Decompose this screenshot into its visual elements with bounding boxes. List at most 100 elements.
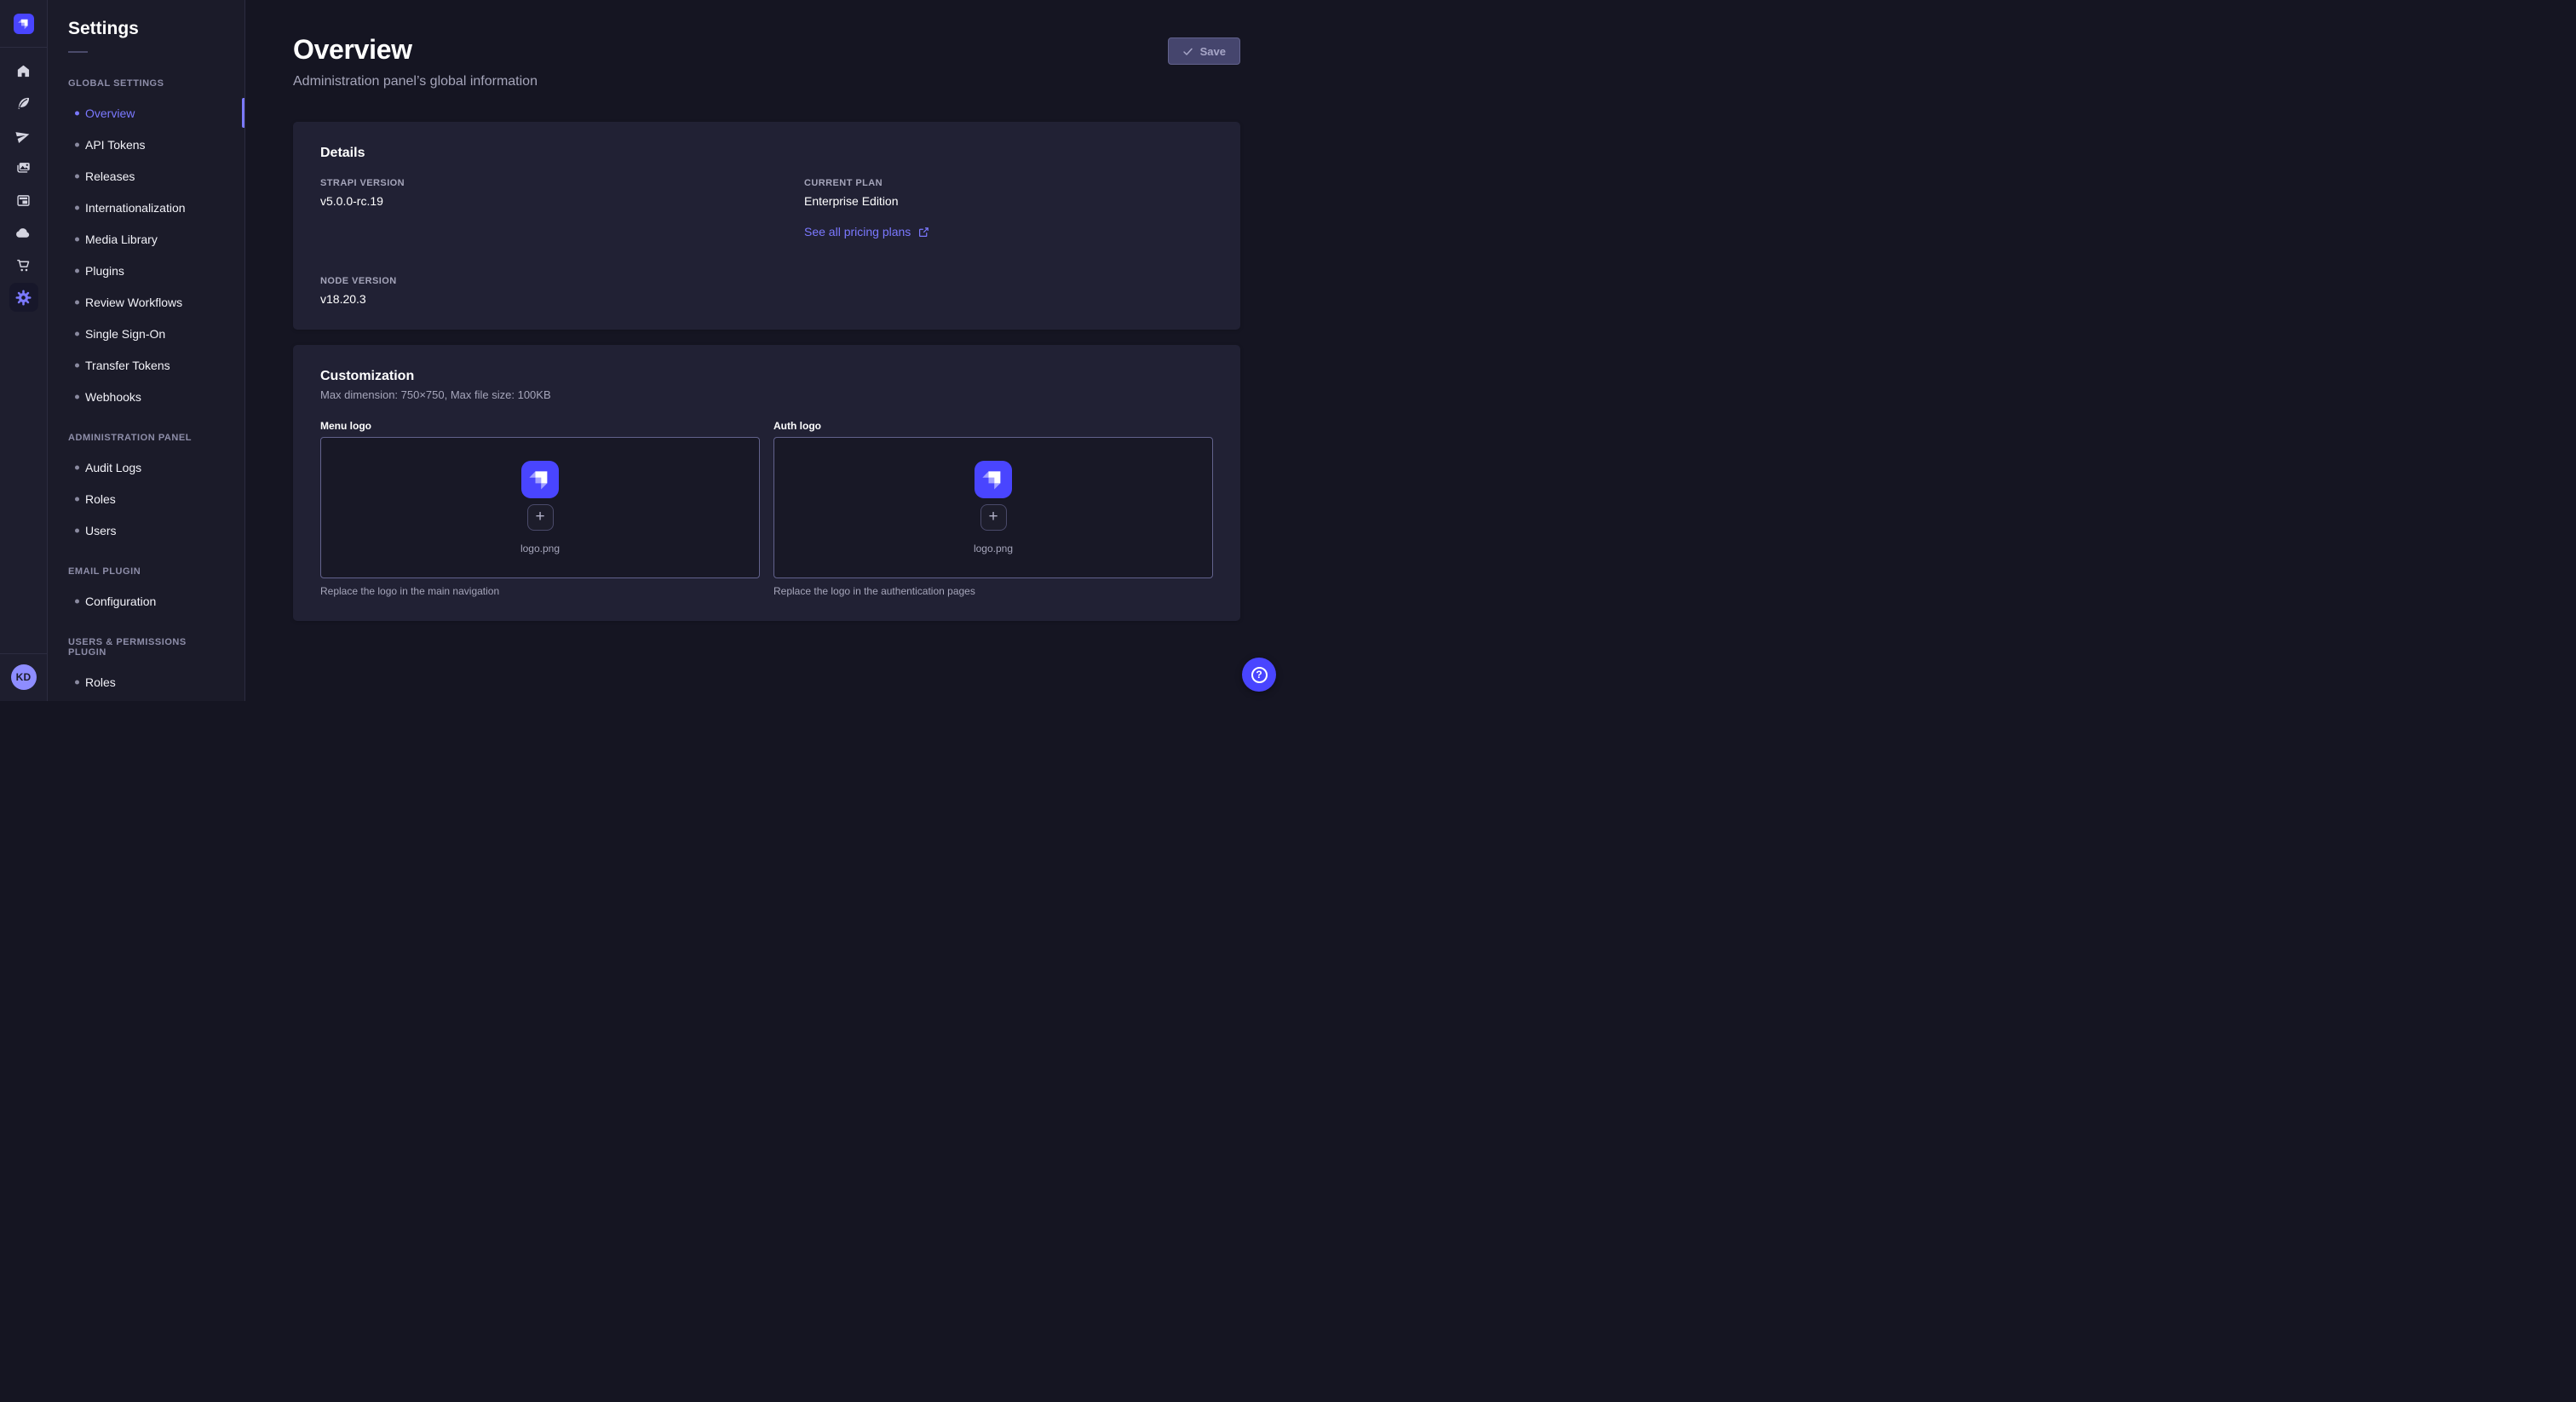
strapi-admin-app: KD Settings GLOBAL SETTINGS Overview API T… [0,0,1288,701]
save-button[interactable]: Save [1168,37,1240,65]
nav-section-administration-panel: ADMINISTRATION PANEL Audit Logs Roles Users [48,433,244,546]
pricing-plans-link[interactable]: See all pricing plans [804,225,929,238]
add-auth-logo-button[interactable]: + [980,504,1007,531]
strapi-logo[interactable] [14,14,34,34]
details-grid: STRAPI VERSION v5.0.0-rc.19 CURRENT PLAN… [320,178,1213,306]
subnav-title: Settings [68,19,224,39]
question-circle-icon: ? [1251,667,1268,683]
auth-logo-filename: logo.png [974,543,1013,554]
nav-settings[interactable] [9,283,38,312]
nav-item-label: Media Library [85,233,158,246]
user-avatar[interactable]: KD [11,664,37,690]
field-label: NODE VERSION [320,276,729,286]
strapi-version-field: STRAPI VERSION v5.0.0-rc.19 [320,178,729,240]
question-mark: ? [1256,669,1262,680]
nav-deploy[interactable] [9,121,38,150]
page-header: Overview Administration panel’s global i… [245,0,1288,89]
details-card: Details STRAPI VERSION v5.0.0-rc.19 CURR… [293,122,1240,330]
help-button[interactable]: ? [1242,658,1276,692]
auth-logo-hint: Replace the logo in the authentication p… [773,585,1213,597]
menu-logo-hint: Replace the logo in the main navigation [320,585,760,597]
rail-bottom: KD [0,653,47,701]
settings-nav-plugins[interactable]: Plugins [48,255,244,286]
nav-content-type-builder[interactable] [9,89,38,118]
auth-logo-field: Auth logo + logo.png Replace the logo in… [773,420,1213,597]
settings-nav-users[interactable]: Users [48,514,244,546]
settings-nav-transfer-tokens[interactable]: Transfer Tokens [48,349,244,381]
field-label: CURRENT PLAN [804,178,1213,188]
auth-logo-preview [975,461,1012,498]
settings-nav-audit-logs[interactable]: Audit Logs [48,451,244,483]
nav-media-library[interactable] [9,153,38,182]
check-icon [1182,46,1193,57]
field-value: v5.0.0-rc.19 [320,194,729,208]
menu-logo-field: Menu logo + logo.png Replace the logo in… [320,420,760,597]
settings-nav-configuration[interactable]: Configuration [48,585,244,617]
field-value: v18.20.3 [320,292,729,306]
field-value: Enterprise Edition [804,194,1213,208]
subnav-sections: GLOBAL SETTINGS Overview API Tokens Release… [48,53,244,701]
nav-item-label: Webhooks [85,390,141,404]
pricing-plans-link-label: See all pricing plans [804,225,911,238]
nav-section-label: EMAIL PLUGIN [48,566,244,577]
nav-item-label: Configuration [85,595,156,608]
nav-home[interactable] [9,56,38,85]
main-content: Overview Administration panel’s global i… [245,0,1288,701]
settings-nav-internationalization[interactable]: Internationalization [48,192,244,223]
nav-item-label: Audit Logs [85,461,141,474]
subnav-header: Settings [48,0,244,53]
media-icon [15,160,32,176]
divider [0,653,47,654]
nav-item-label: Single Sign-On [85,327,165,341]
settings-nav-roles[interactable]: Roles [48,666,244,698]
nav-content-manager[interactable] [9,186,38,215]
save-button-label: Save [1200,45,1226,58]
nav-item-label: Review Workflows [85,296,182,309]
nav-item-label: Roles [85,675,116,689]
nav-section-users-permissions-plugin: USERS & PERMISSIONS PLUGIN Roles Providers [48,637,244,701]
nav-item-label: API Tokens [85,138,146,152]
nav-item-label: Users [85,524,117,537]
main-nav-items [9,48,38,653]
settings-nav-api-tokens[interactable]: API Tokens [48,129,244,160]
page-title: Overview [293,34,538,66]
page-subtitle: Administration panel’s global informatio… [293,74,538,89]
auth-logo-dropzone[interactable]: + logo.png [773,437,1213,578]
current-plan-field: CURRENT PLAN Enterprise Edition See all … [804,178,1213,240]
cloud-icon [15,225,32,241]
settings-subnav: Settings GLOBAL SETTINGS Overview API Toke… [48,0,245,701]
workspace-logo-slot [0,0,47,48]
settings-nav-webhooks[interactable]: Webhooks [48,381,244,412]
nav-cloud[interactable] [9,218,38,247]
add-menu-logo-button[interactable]: + [527,504,554,531]
nav-section-email-plugin: EMAIL PLUGIN Configuration [48,566,244,617]
nav-section-label: USERS & PERMISSIONS PLUGIN [48,637,244,658]
customization-card-subtitle: Max dimension: 750×750, Max file size: 1… [320,388,1213,401]
nav-marketplace[interactable] [9,250,38,279]
field-label: STRAPI VERSION [320,178,729,188]
content: Details STRAPI VERSION v5.0.0-rc.19 CURR… [245,89,1288,621]
settings-nav-releases[interactable]: Releases [48,160,244,192]
nav-item-label: Overview [85,106,135,120]
nav-section-label: ADMINISTRATION PANEL [48,433,244,443]
page-header-text: Overview Administration panel’s global i… [293,34,538,89]
feather-icon [15,95,32,112]
upload-field-label: Auth logo [773,420,1213,432]
menu-logo-preview [521,461,559,498]
layout-icon [15,192,32,209]
nav-section-global-settings: GLOBAL SETTINGS Overview API Tokens Release… [48,78,244,412]
settings-nav-media-library[interactable]: Media Library [48,223,244,255]
details-card-title: Details [320,146,1213,161]
menu-logo-dropzone[interactable]: + logo.png [320,437,760,578]
customization-card-title: Customization [320,369,1213,384]
send-icon [15,128,32,144]
nav-section-label: GLOBAL SETTINGS [48,78,244,89]
settings-nav-providers[interactable]: Providers [48,698,244,701]
settings-nav-roles[interactable]: Roles [48,483,244,514]
settings-nav-single-sign-on[interactable]: Single Sign-On [48,318,244,349]
node-version-field: NODE VERSION v18.20.3 [320,276,729,306]
settings-nav-overview[interactable]: Overview [48,97,244,129]
settings-nav-review-workflows[interactable]: Review Workflows [48,286,244,318]
customization-card: Customization Max dimension: 750×750, Ma… [293,345,1240,621]
nav-item-label: Roles [85,492,116,506]
